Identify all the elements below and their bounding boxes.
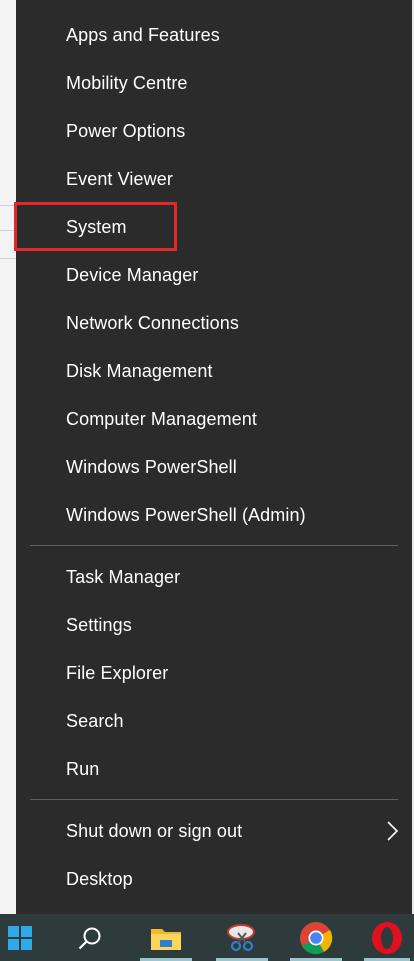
- menu-item-apps-and-features[interactable]: Apps and Features: [16, 11, 412, 59]
- menu-item-label: Disk Management: [66, 360, 213, 381]
- menu-item-network-connections[interactable]: Network Connections: [16, 299, 412, 347]
- menu-item-search[interactable]: Search: [16, 697, 412, 745]
- taskbar-opera[interactable]: [360, 914, 414, 961]
- taskbar-search-button[interactable]: [66, 914, 114, 961]
- menu-item-label: Desktop: [66, 868, 133, 889]
- menu-item-windows-powershell-admin[interactable]: Windows PowerShell (Admin): [16, 491, 412, 539]
- snipping-tool-icon: [227, 923, 255, 951]
- start-button[interactable]: [0, 914, 40, 961]
- menu-item-file-explorer[interactable]: File Explorer: [16, 649, 412, 697]
- chrome-icon: [300, 921, 333, 954]
- menu-item-device-manager[interactable]: Device Manager: [16, 251, 412, 299]
- menu-item-label: Mobility Centre: [66, 72, 188, 93]
- menu-item-label: Shut down or sign out: [66, 820, 243, 841]
- menu-item-label: Network Connections: [66, 312, 239, 333]
- desktop-background-left: [0, 0, 16, 914]
- menu-item-label: System: [66, 216, 127, 237]
- menu-item-label: Event Viewer: [66, 168, 173, 189]
- divider: [0, 230, 16, 231]
- taskbar-chrome[interactable]: [286, 914, 346, 961]
- chevron-right-icon: [387, 821, 399, 841]
- menu-separator: [30, 545, 398, 546]
- divider: [0, 205, 16, 206]
- divider: [0, 258, 16, 259]
- file-explorer-icon: [151, 928, 181, 950]
- menu-item-label: Apps and Features: [66, 24, 220, 45]
- windows-start-icon: [8, 925, 32, 950]
- menu-item-label: Run: [66, 758, 100, 779]
- menu-item-label: Windows PowerShell: [66, 456, 237, 477]
- taskbar-snipping-tool[interactable]: [212, 914, 272, 961]
- search-icon: [78, 927, 101, 949]
- taskbar-file-explorer[interactable]: [136, 914, 196, 961]
- menu-item-system[interactable]: System: [16, 203, 412, 251]
- winx-context-menu: Apps and Features Mobility Centre Power …: [16, 0, 412, 914]
- opera-icon: [372, 921, 402, 954]
- menu-item-disk-management[interactable]: Disk Management: [16, 347, 412, 395]
- menu-item-label: File Explorer: [66, 662, 169, 683]
- menu-item-run[interactable]: Run: [16, 745, 412, 793]
- menu-item-label: Computer Management: [66, 408, 257, 429]
- menu-item-computer-management[interactable]: Computer Management: [16, 395, 412, 443]
- menu-item-settings[interactable]: Settings: [16, 601, 412, 649]
- menu-item-label: Search: [66, 710, 124, 731]
- taskbar: [0, 914, 414, 961]
- menu-item-mobility-centre[interactable]: Mobility Centre: [16, 59, 412, 107]
- menu-item-power-options[interactable]: Power Options: [16, 107, 412, 155]
- menu-item-label: Task Manager: [66, 566, 181, 587]
- menu-item-label: Power Options: [66, 120, 186, 141]
- menu-item-desktop[interactable]: Desktop: [16, 855, 412, 903]
- menu-item-label: Device Manager: [66, 264, 199, 285]
- menu-item-label: Windows PowerShell (Admin): [66, 504, 306, 525]
- menu-item-label: Settings: [66, 614, 132, 635]
- menu-item-windows-powershell[interactable]: Windows PowerShell: [16, 443, 412, 491]
- menu-item-shut-down-or-sign-out[interactable]: Shut down or sign out: [16, 807, 412, 855]
- menu-item-task-manager[interactable]: Task Manager: [16, 553, 412, 601]
- menu-separator: [30, 799, 398, 800]
- menu-item-event-viewer[interactable]: Event Viewer: [16, 155, 412, 203]
